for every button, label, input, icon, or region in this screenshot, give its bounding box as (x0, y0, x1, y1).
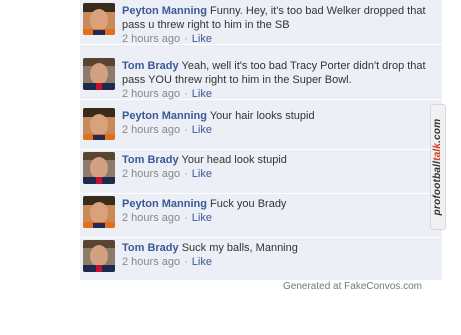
comment-meta: 2 hours ago · Like (122, 255, 440, 269)
comment-meta: 2 hours ago · Like (122, 87, 440, 101)
comment-item: Tom Brady Suck my balls, Manning 2 hours… (80, 237, 442, 282)
separator: · (184, 256, 188, 268)
like-link[interactable]: Like (192, 33, 212, 45)
comment-item: Peyton Manning Your hair looks stupid 2 … (80, 105, 442, 150)
separator: · (184, 212, 188, 224)
comment-author[interactable]: Peyton Manning (122, 5, 207, 17)
comment-body: Peyton Manning Funny. Hey, it's too bad … (122, 4, 440, 46)
brady-avatar[interactable] (83, 240, 115, 272)
comment-author[interactable]: Tom Brady (122, 154, 179, 166)
separator: · (184, 168, 188, 180)
comment-body: Peyton Manning Fuck you Brady 2 hours ag… (122, 197, 440, 225)
comment-text: Suck my balls, Manning (181, 242, 298, 254)
separator: · (184, 124, 188, 136)
brady-avatar[interactable] (83, 152, 115, 184)
like-link[interactable]: Like (192, 212, 212, 224)
comment-meta: 2 hours ago · Like (122, 211, 440, 225)
peyton-avatar[interactable] (83, 3, 115, 35)
generated-footer: Generated at FakeConvos.com (283, 281, 422, 292)
separator: · (184, 88, 188, 100)
comment-body: Peyton Manning Your hair looks stupid 2 … (122, 109, 440, 137)
peyton-avatar[interactable] (83, 108, 115, 140)
comment-timestamp: 2 hours ago (122, 124, 181, 136)
comment-body: Tom Brady Yeah, well it's too bad Tracy … (122, 59, 440, 101)
comment-meta: 2 hours ago · Like (122, 32, 440, 46)
comment-author[interactable]: Tom Brady (122, 242, 179, 254)
comment-text: Fuck you Brady (210, 198, 287, 210)
brady-avatar[interactable] (83, 58, 115, 90)
comment-timestamp: 2 hours ago (122, 88, 181, 100)
comment-timestamp: 2 hours ago (122, 33, 181, 45)
comment-text: Your hair looks stupid (209, 110, 315, 122)
comment-meta: 2 hours ago · Like (122, 123, 440, 137)
comment-text: Your head look stupid (181, 154, 287, 166)
separator: · (184, 33, 188, 45)
comment-item: Tom Brady Yeah, well it's too bad Tracy … (80, 55, 442, 100)
comment-body: Tom Brady Suck my balls, Manning 2 hours… (122, 241, 440, 269)
comment-timestamp: 2 hours ago (122, 256, 181, 268)
like-link[interactable]: Like (192, 168, 212, 180)
comment-author[interactable]: Peyton Manning (122, 198, 207, 210)
comment-meta: 2 hours ago · Like (122, 167, 440, 181)
comment-feed: Peyton Manning Funny. Hey, it's too bad … (80, 0, 442, 282)
comment-body: Tom Brady Your head look stupid 2 hours … (122, 153, 440, 181)
comment-item: Tom Brady Your head look stupid 2 hours … (80, 149, 442, 194)
like-link[interactable]: Like (192, 124, 212, 136)
watermark-text: profootballtalk.com (432, 118, 443, 216)
like-link[interactable]: Like (192, 256, 212, 268)
comment-timestamp: 2 hours ago (122, 168, 181, 180)
comment-timestamp: 2 hours ago (122, 212, 181, 224)
comment-author[interactable]: Peyton Manning (122, 110, 207, 122)
comment-author[interactable]: Tom Brady (122, 60, 179, 72)
peyton-avatar[interactable] (83, 196, 115, 228)
comment-item: Peyton Manning Funny. Hey, it's too bad … (80, 0, 442, 45)
site-watermark: profootballtalk.com (430, 104, 446, 230)
comment-item: Peyton Manning Fuck you Brady 2 hours ag… (80, 193, 442, 238)
like-link[interactable]: Like (192, 88, 212, 100)
